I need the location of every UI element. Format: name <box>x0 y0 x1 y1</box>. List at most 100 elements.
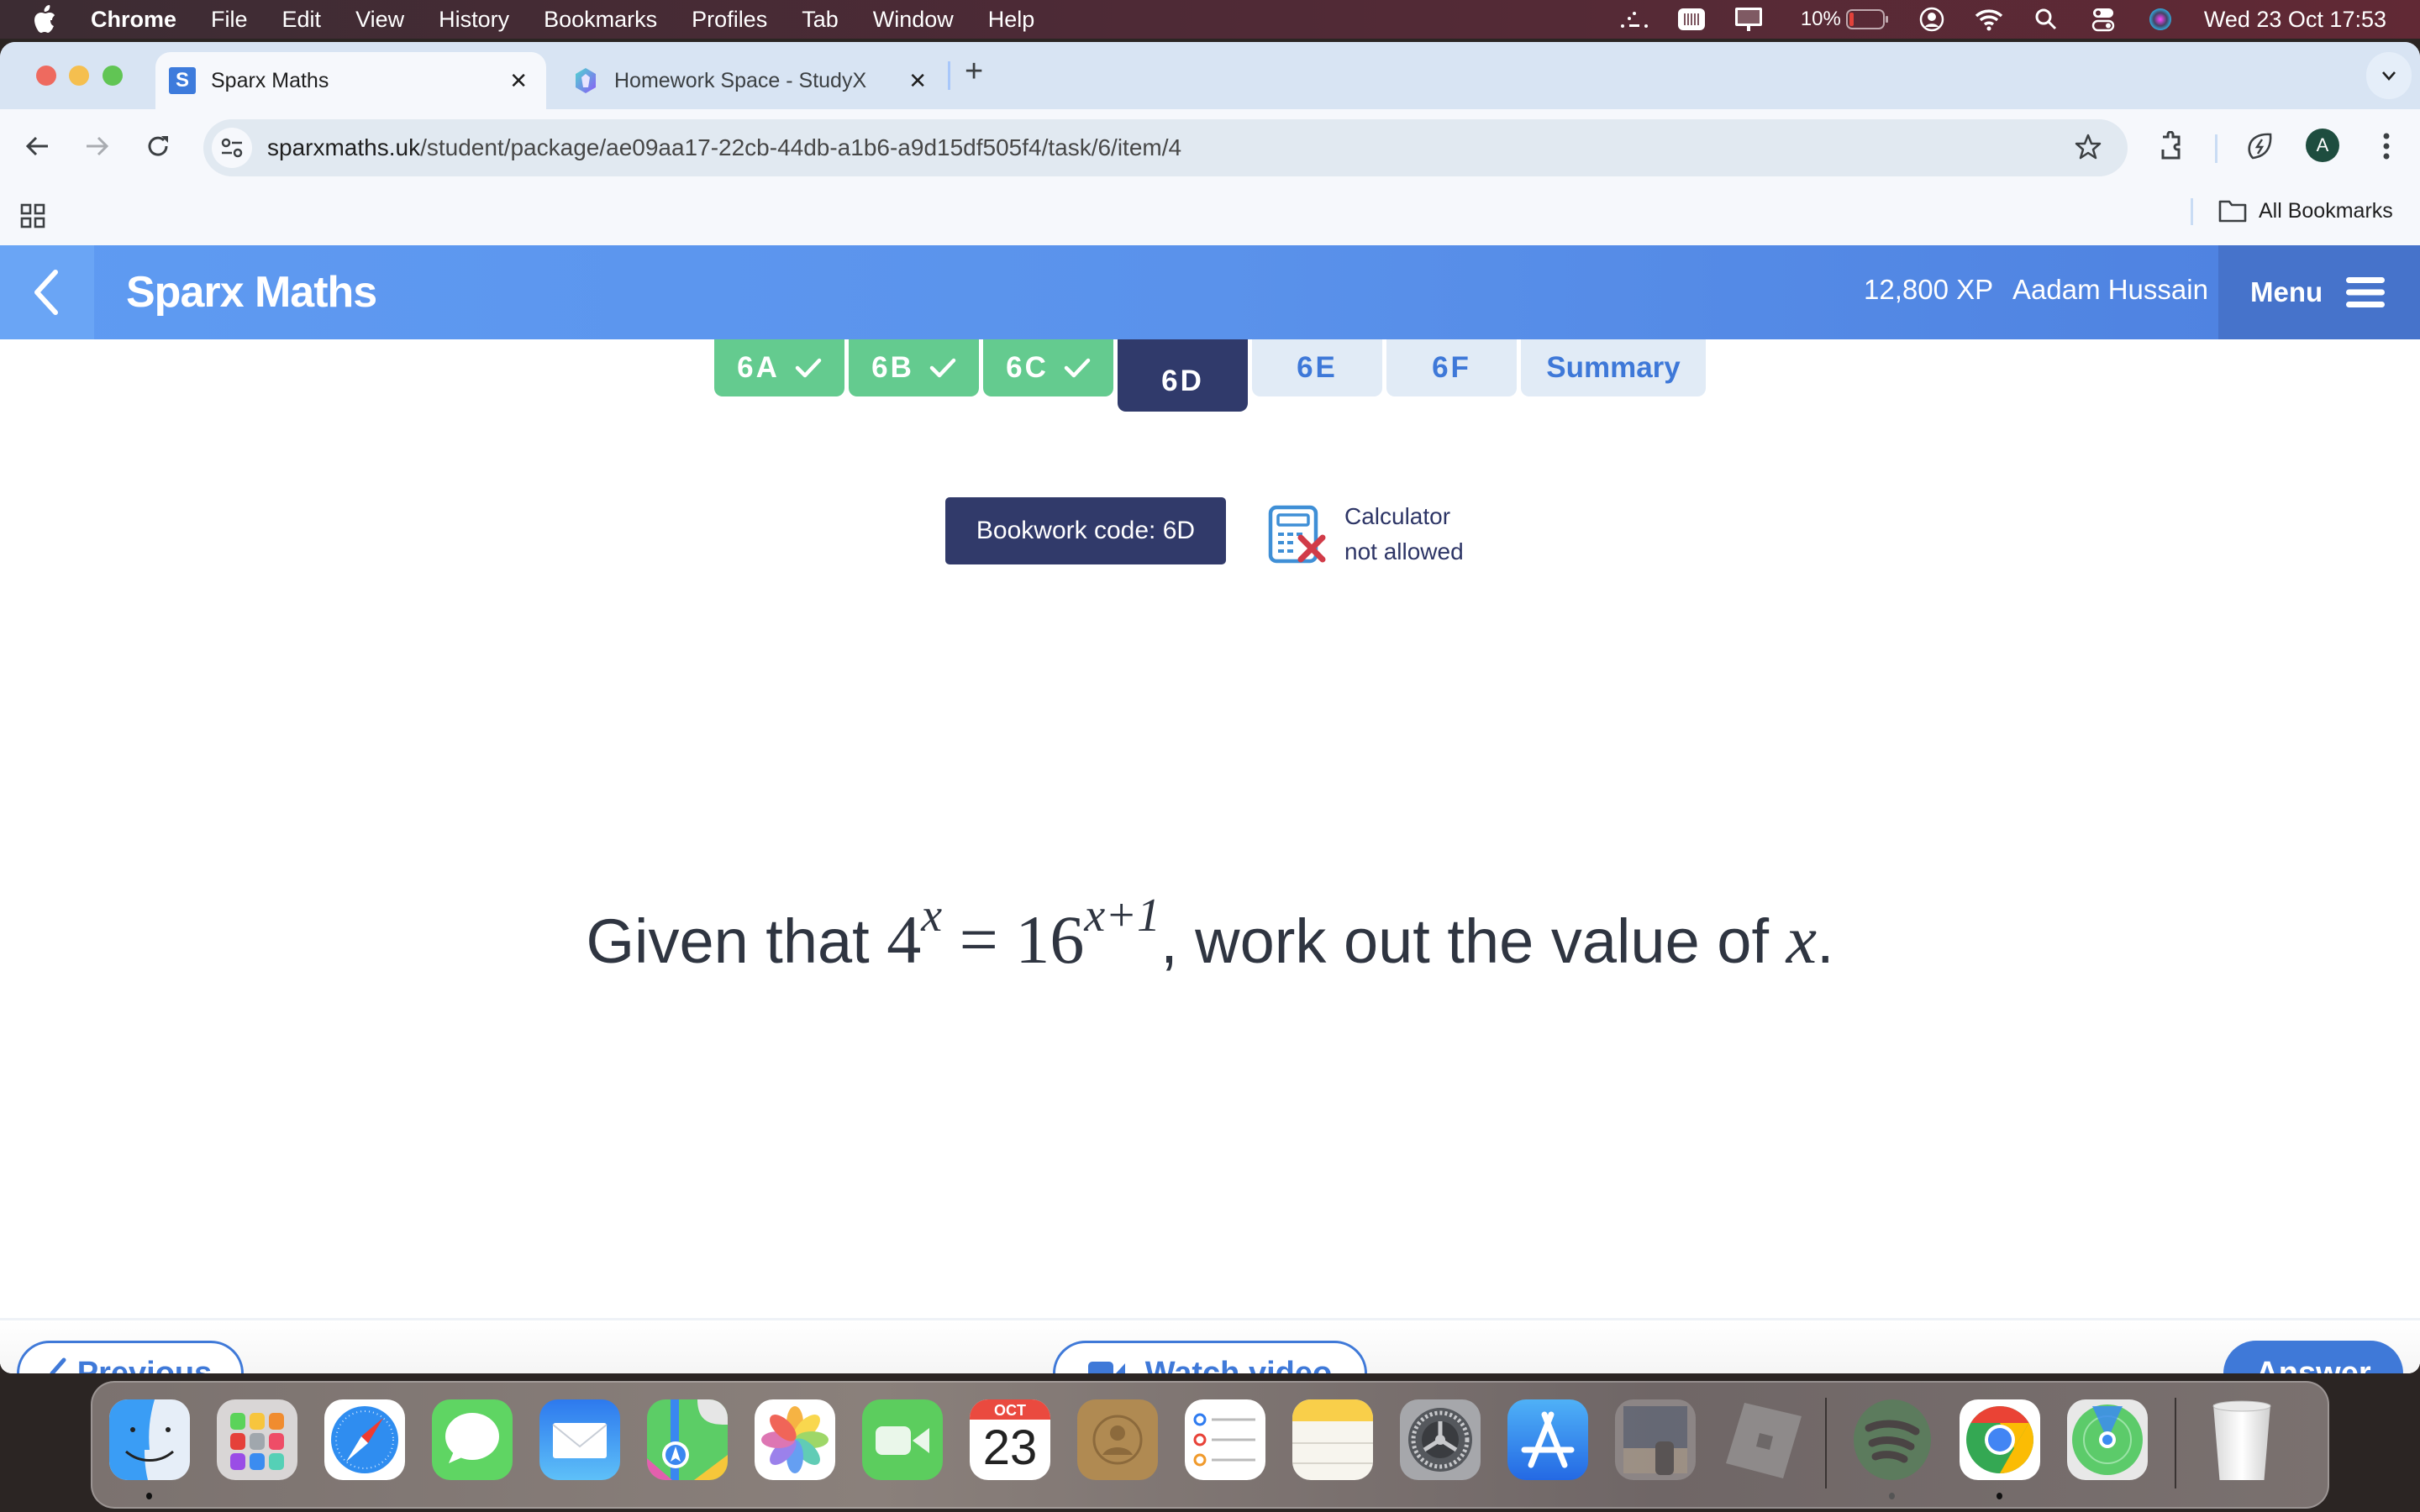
forward-arrow-icon[interactable] <box>79 128 116 165</box>
dock-mail[interactable] <box>539 1399 620 1480</box>
dock-reminders[interactable] <box>1185 1399 1265 1480</box>
menu-history[interactable]: History <box>439 7 509 33</box>
all-bookmarks-button[interactable]: All Bookmarks <box>2218 198 2393 223</box>
tab-summary[interactable]: Summary <box>1521 339 1706 396</box>
maps-icon <box>647 1399 728 1480</box>
menu-file[interactable]: File <box>211 7 248 33</box>
address-bar[interactable]: sparxmaths.uk/student/package/ae09aa17-2… <box>203 119 2128 176</box>
dock-trash[interactable] <box>2202 1399 2282 1480</box>
menu-window[interactable]: Window <box>873 7 954 33</box>
siri-icon[interactable] <box>2145 7 2175 32</box>
menu-view[interactable]: View <box>355 7 404 33</box>
menu-button[interactable]: Menu <box>2218 245 2420 339</box>
dots-icon[interactable] <box>1619 7 1649 32</box>
dock-calendar[interactable]: OCT 23 <box>970 1399 1050 1480</box>
menu-app-name[interactable]: Chrome <box>91 7 176 33</box>
apple-menu-icon[interactable] <box>32 5 57 34</box>
extensions-puzzle-icon[interactable] <box>2153 128 2190 165</box>
menubar-clock[interactable]: Wed 23 Oct 17:53 <box>2204 7 2386 33</box>
chrome-window: S Sparx Maths ✕ Homework Space - StudyX … <box>0 42 2420 1373</box>
mail-envelope-icon <box>539 1399 620 1480</box>
header-back-button[interactable] <box>0 245 94 339</box>
performance-bolt-icon[interactable] <box>2242 128 2279 165</box>
close-window-button[interactable] <box>36 66 56 86</box>
running-indicator <box>146 1493 152 1499</box>
wifi-icon[interactable] <box>1974 7 2004 32</box>
dock-safari[interactable] <box>324 1399 405 1480</box>
menu-bookmarks[interactable]: Bookmarks <box>544 7 657 33</box>
tab-6b[interactable]: 6B <box>849 339 979 396</box>
answer-button[interactable]: Answer <box>2223 1341 2403 1373</box>
preview-icon <box>1615 1399 1696 1480</box>
dock-maps[interactable] <box>647 1399 728 1480</box>
spotlight-search-icon[interactable] <box>2031 7 2061 32</box>
tab-6d[interactable]: 6D <box>1118 339 1248 412</box>
dock-find-my[interactable] <box>2067 1399 2148 1480</box>
sparx-favicon-icon: S <box>169 67 196 94</box>
battery-icon[interactable] <box>1845 7 1890 32</box>
menu-edit[interactable]: Edit <box>282 7 322 33</box>
tab-6c[interactable]: 6C <box>983 339 1113 396</box>
macos-dock: OCT 23 <box>91 1381 2329 1509</box>
menu-tab[interactable]: Tab <box>802 7 839 33</box>
display-icon[interactable] <box>1733 7 1764 32</box>
dock-notes[interactable] <box>1292 1399 1373 1480</box>
bookmark-star-icon[interactable] <box>2074 133 2102 165</box>
chrome-menu-kebab-icon[interactable] <box>2368 128 2405 165</box>
dock-finder[interactable] <box>109 1399 190 1480</box>
facetime-camera-icon <box>862 1399 943 1480</box>
equals-sign: = <box>959 901 998 978</box>
dock-system-settings[interactable] <box>1400 1399 1481 1480</box>
control-center-icon[interactable] <box>2088 7 2118 32</box>
tab-6a[interactable]: 6A <box>714 339 844 396</box>
close-tab-icon[interactable]: ✕ <box>908 68 927 94</box>
studyx-favicon-icon <box>572 67 599 94</box>
new-tab-button[interactable]: + <box>965 54 983 90</box>
dock-photos[interactable] <box>755 1399 835 1480</box>
bookwork-code-badge: Bookwork code: 6D <box>945 497 1226 564</box>
menu-help[interactable]: Help <box>988 7 1035 33</box>
dock-contacts[interactable] <box>1077 1399 1158 1480</box>
tab-6f[interactable]: 6F <box>1386 339 1517 396</box>
keyboard-brightness-icon[interactable] <box>1676 7 1707 32</box>
folder-icon <box>2218 200 2247 223</box>
question-prefix: Given that <box>586 906 887 976</box>
tab-sparx-maths[interactable]: S Sparx Maths ✕ <box>155 52 546 109</box>
dock-google-chrome[interactable] <box>1960 1399 2040 1480</box>
calculator-line-2: not allowed <box>1344 538 1464 564</box>
fullscreen-window-button[interactable] <box>103 66 123 86</box>
dock-facetime[interactable] <box>862 1399 943 1480</box>
dock-app-store[interactable] <box>1507 1399 1588 1480</box>
tab-label: 6E <box>1297 351 1338 384</box>
profile-avatar[interactable]: A <box>2306 129 2339 162</box>
url-text[interactable]: sparxmaths.uk/student/package/ae09aa17-2… <box>267 134 1181 161</box>
chevron-left-icon <box>34 270 58 315</box>
sparx-logo-title[interactable]: Sparx Maths <box>126 267 377 318</box>
trash-can-icon <box>2212 1400 2271 1480</box>
dock-spotify[interactable] <box>1852 1399 1933 1480</box>
notes-icon <box>1292 1399 1373 1464</box>
reload-icon[interactable] <box>139 128 176 165</box>
dock-launchpad[interactable] <box>217 1399 297 1480</box>
exponent-2: x+1 <box>1084 890 1161 942</box>
running-indicator <box>1996 1493 2002 1499</box>
dock-preview[interactable] <box>1615 1399 1696 1480</box>
watch-video-button[interactable]: Watch video <box>1053 1341 1367 1373</box>
tab-search-chevron-down-icon[interactable] <box>2366 52 2412 99</box>
dock-roblox[interactable] <box>1723 1399 1803 1480</box>
sparx-header: Sparx Maths 12,800 XP Aadam Hussain Menu <box>0 245 2420 339</box>
tab-6e[interactable]: 6E <box>1252 339 1382 396</box>
minimize-window-button[interactable] <box>69 66 89 86</box>
close-tab-icon[interactable]: ✕ <box>509 68 528 94</box>
user-icon[interactable] <box>1917 7 1947 32</box>
roblox-icon <box>1726 1403 1802 1478</box>
tab-homework-space[interactable]: Homework Space - StudyX ✕ <box>559 52 945 109</box>
calculator-line-1: Calculator <box>1344 503 1451 529</box>
question-middle: , work out the value of <box>1160 906 1786 976</box>
previous-button[interactable]: Previous <box>17 1341 244 1373</box>
dock-messages[interactable] <box>432 1399 513 1480</box>
menu-profiles[interactable]: Profiles <box>692 7 767 33</box>
site-settings-icon[interactable] <box>212 128 252 168</box>
apps-grid-icon[interactable] <box>20 203 45 233</box>
back-arrow-icon[interactable] <box>18 128 55 165</box>
